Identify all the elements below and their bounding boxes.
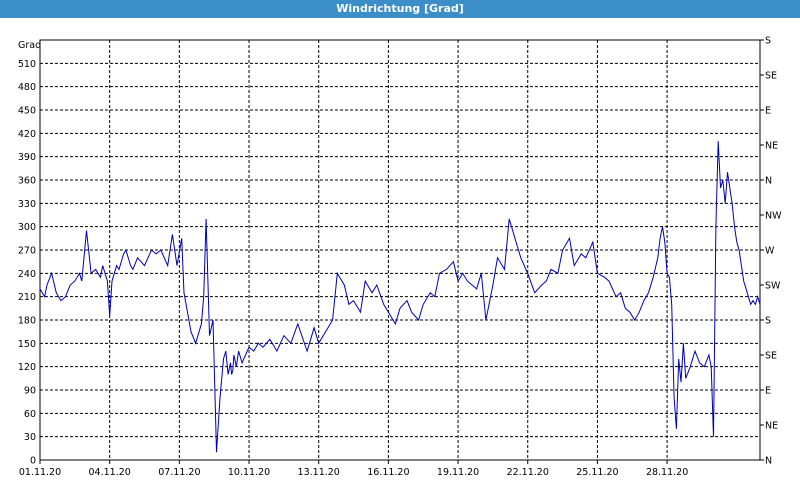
compass-tick-label: SE	[765, 351, 777, 362]
y-tick-label: 270	[18, 246, 36, 257]
compass-tick-label: NE	[765, 421, 778, 432]
compass-tick-label: E	[765, 386, 771, 397]
y-tick-label: 0	[30, 456, 36, 467]
line-chart: 0 30 60 90 120 150 180 210 240 270 300 330 360 390 420…	[18, 36, 782, 479]
y-tick-label: 450	[18, 106, 36, 117]
y-tick-label: 90	[24, 386, 36, 397]
x-tick-label: 25.11.20	[576, 467, 618, 478]
y-tick-label: 240	[18, 269, 36, 280]
x-tick-label: 22.11.20	[507, 467, 549, 478]
compass-tick-label: NW	[765, 211, 782, 222]
y-tick-label: 300	[18, 222, 36, 233]
compass-tick-label: SW	[765, 281, 781, 292]
compass-tick-label: E	[765, 106, 771, 117]
compass-tick-label: W	[765, 246, 775, 257]
x-tick-label: 28.11.20	[646, 467, 688, 478]
compass-tick-label: N	[765, 176, 772, 187]
y-tick-label: 150	[18, 339, 36, 350]
compass-tick-label: N	[765, 456, 772, 467]
y-tick-label: 60	[24, 409, 36, 420]
x-tick-label: 16.11.20	[367, 467, 409, 478]
y-tick-label: 480	[18, 82, 36, 93]
y-axis: 0 30 60 90 120 150 180 210 240 270 300 330 360 390 420…	[18, 59, 36, 467]
y-tick-label: 120	[18, 362, 36, 373]
compass-tick-label: NE	[765, 141, 778, 152]
y-axis-compass: N NE E SE S SW W NW N NE E SE S	[760, 36, 782, 467]
x-tick-label: 01.11.20	[19, 467, 61, 478]
compass-tick-label: S	[765, 36, 771, 47]
x-axis: 01.11.20 04.11.20 07.11.20 10.11.20 13.11.20…	[19, 460, 688, 478]
y-tick-label: 390	[18, 152, 36, 163]
x-tick-label: 07.11.20	[158, 467, 200, 478]
x-tick-label: 13.11.20	[298, 467, 340, 478]
y-tick-label: 360	[18, 176, 36, 187]
compass-tick-label: S	[765, 316, 771, 327]
y-axis-label: Grad	[18, 40, 41, 51]
y-tick-label: 330	[18, 199, 36, 210]
y-tick-label: 510	[18, 59, 36, 70]
y-tick-label: 30	[24, 432, 36, 443]
x-tick-label: 10.11.20	[228, 467, 270, 478]
y-tick-label: 180	[18, 316, 36, 327]
x-tick-label: 19.11.20	[437, 467, 479, 478]
y-tick-label: 420	[18, 129, 36, 140]
compass-tick-label: SE	[765, 71, 777, 82]
y-tick-label: 210	[18, 292, 36, 303]
x-tick-label: 04.11.20	[89, 467, 131, 478]
